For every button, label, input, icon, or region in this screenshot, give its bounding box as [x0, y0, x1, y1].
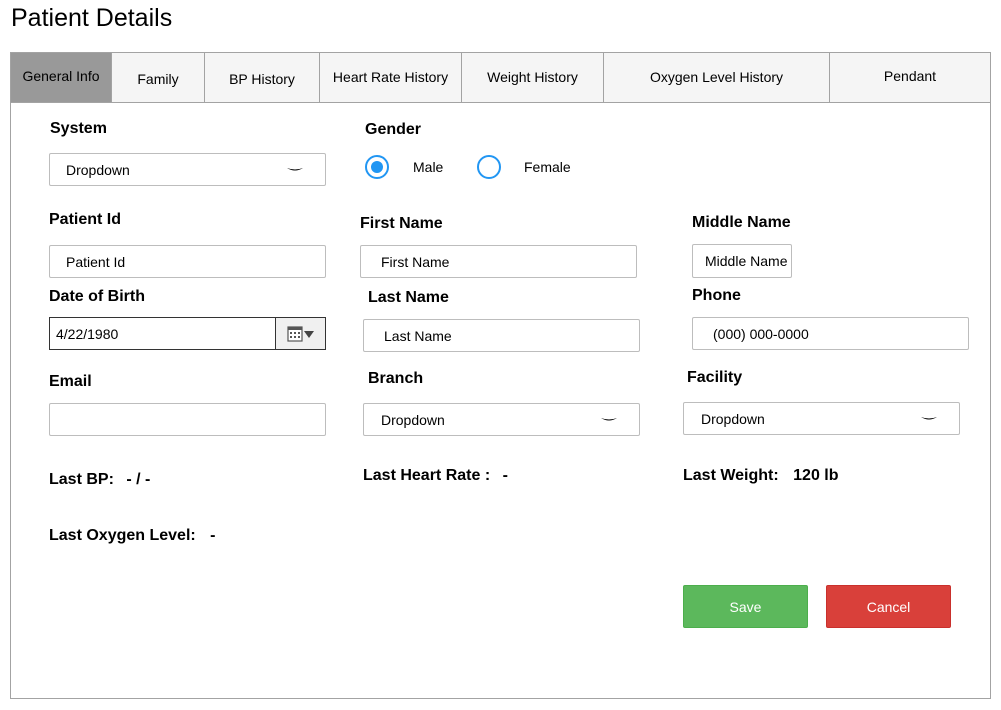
- tab-heart-rate-history[interactable]: Heart Rate History: [320, 53, 462, 102]
- last-bp-value: - / -: [126, 471, 151, 488]
- tab-label: Oxygen Level History: [649, 68, 784, 85]
- email-label: Email: [49, 373, 92, 390]
- last-heart-rate-value: -: [502, 467, 508, 484]
- last-bp-label: Last BP:: [49, 471, 114, 488]
- system-label: System: [50, 120, 107, 137]
- tab-oxygen-level-history[interactable]: Oxygen Level History: [604, 53, 830, 102]
- last-oxygen-value: -: [210, 527, 216, 544]
- phone-label: Phone: [692, 287, 741, 304]
- tab-label: Pendant: [883, 67, 937, 84]
- gender-female-label: Female: [524, 159, 571, 175]
- tab-label: General Info: [22, 67, 100, 84]
- first-name-label: First Name: [360, 215, 443, 232]
- dob-datepicker[interactable]: 4/22/1980: [49, 317, 326, 350]
- chevron-down-icon: [287, 168, 303, 171]
- last-name-placeholder: Last Name: [384, 327, 452, 344]
- last-bp: Last BP: - / -: [49, 471, 150, 489]
- patient-id-placeholder: Patient Id: [66, 253, 126, 270]
- phone-input[interactable]: (000) 000-0000: [692, 317, 969, 350]
- dob-label: Date of Birth: [49, 288, 145, 305]
- chevron-down-icon: [601, 418, 617, 421]
- last-oxygen-level: Last Oxygen Level: -: [49, 527, 216, 545]
- gender-male-label: Male: [413, 159, 444, 175]
- first-name-input[interactable]: First Name: [360, 245, 637, 278]
- gender-female-radio[interactable]: [477, 155, 501, 179]
- phone-placeholder: (000) 000-0000: [713, 325, 809, 342]
- tab-weight-history[interactable]: Weight History: [462, 53, 604, 102]
- cancel-button[interactable]: Cancel: [826, 585, 951, 628]
- middle-name-placeholder: Middle Name: [705, 253, 788, 269]
- gender-male-radio[interactable]: [365, 155, 389, 179]
- chevron-down-icon: [921, 417, 937, 420]
- last-heart-rate: Last Heart Rate : -: [363, 467, 508, 485]
- email-input[interactable]: [49, 403, 326, 436]
- branch-label: Branch: [368, 370, 424, 387]
- dob-value: 4/22/1980: [56, 325, 119, 342]
- calendar-icon: [286, 325, 314, 342]
- tab-label: Family: [137, 70, 179, 87]
- facility-dropdown[interactable]: Dropdown: [683, 402, 960, 435]
- last-weight: Last Weight: 120 lb: [683, 467, 839, 485]
- last-weight-label: Last Weight:: [683, 467, 779, 484]
- patient-details-panel: General Info Family BP History Heart Rat…: [10, 52, 991, 699]
- last-weight-value: 120 lb: [793, 467, 839, 484]
- last-oxygen-label: Last Oxygen Level:: [49, 527, 196, 544]
- tab-general-info[interactable]: General Info: [11, 53, 112, 102]
- middle-name-label: Middle Name: [692, 214, 791, 231]
- tab-bar: General Info Family BP History Heart Rat…: [11, 53, 990, 103]
- last-heart-rate-label: Last Heart Rate :: [363, 467, 491, 484]
- middle-name-input[interactable]: Middle Name: [692, 244, 792, 278]
- first-name-placeholder: First Name: [381, 253, 450, 270]
- tab-family[interactable]: Family: [112, 53, 205, 102]
- tab-label: BP History: [229, 70, 295, 87]
- tab-bp-history[interactable]: BP History: [205, 53, 320, 102]
- branch-dropdown[interactable]: Dropdown: [363, 403, 640, 436]
- system-dropdown-value: Dropdown: [66, 161, 130, 178]
- facility-dropdown-value: Dropdown: [701, 410, 765, 427]
- system-dropdown[interactable]: Dropdown: [49, 153, 326, 186]
- tab-pendant[interactable]: Pendant: [830, 53, 990, 102]
- save-button[interactable]: Save: [683, 585, 808, 628]
- patient-id-input[interactable]: Patient Id: [49, 245, 326, 278]
- branch-dropdown-value: Dropdown: [381, 411, 445, 428]
- patient-id-label: Patient Id: [49, 211, 122, 228]
- gender-label: Gender: [365, 121, 422, 138]
- facility-label: Facility: [687, 369, 743, 386]
- tab-label: Weight History: [487, 68, 578, 85]
- last-name-label: Last Name: [368, 289, 449, 306]
- last-name-input[interactable]: Last Name: [363, 319, 640, 352]
- calendar-button[interactable]: [275, 318, 325, 349]
- tab-label: Heart Rate History: [332, 68, 449, 85]
- page-title: Patient Details: [11, 4, 173, 32]
